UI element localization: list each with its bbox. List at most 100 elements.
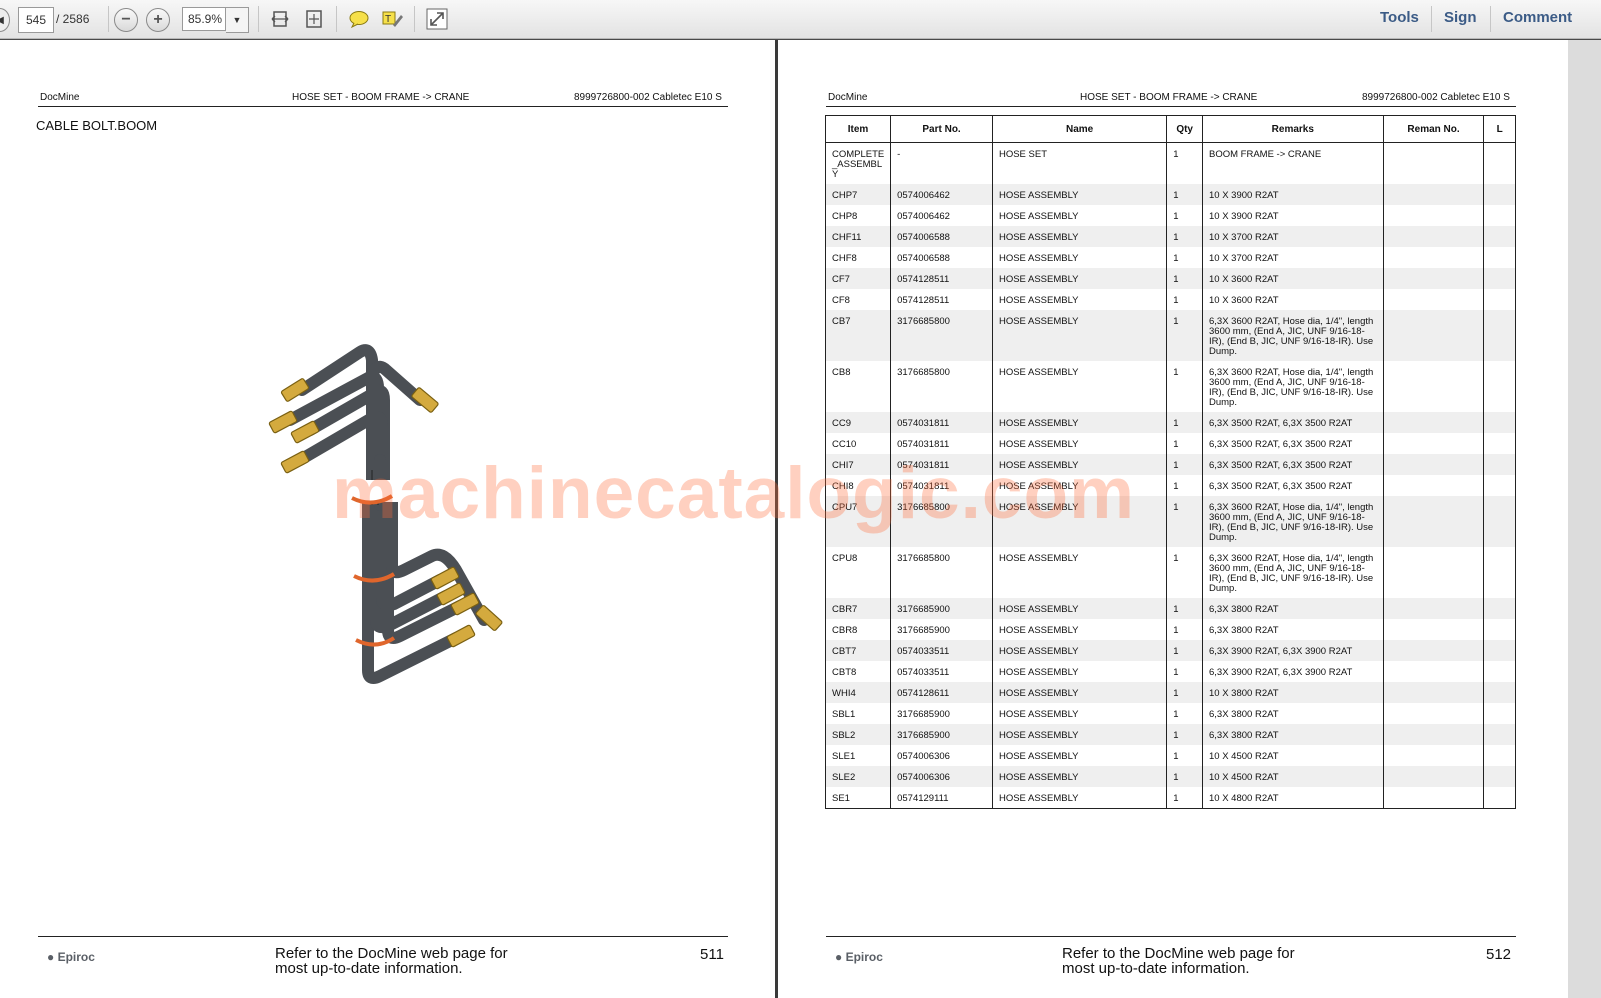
toolbar: ◀ 545 / 2586 − + 85.9% ▼ T Tools Sign Co… xyxy=(0,0,1601,39)
cell-name: HOSE ASSEMBLY xyxy=(991,682,1167,703)
cell-item: CHI7 xyxy=(825,454,891,475)
page-number-input[interactable]: 545 xyxy=(18,7,54,33)
toolbar-separator xyxy=(1490,6,1491,32)
cell-reman-no xyxy=(1382,361,1484,412)
cell-qty: 1 xyxy=(1166,640,1203,661)
cell-name: HOSE ASSEMBLY xyxy=(991,289,1167,310)
cell-item: CF7 xyxy=(825,268,891,289)
zoom-in-button[interactable]: + xyxy=(146,8,170,32)
cell-l xyxy=(1483,724,1516,745)
tools-link[interactable]: Tools xyxy=(1380,9,1419,26)
cell-l xyxy=(1483,682,1516,703)
cell-item: CHP8 xyxy=(832,211,858,222)
cell-l xyxy=(1483,205,1516,226)
footer-logo-text: Epiroc xyxy=(57,950,95,964)
cell-l xyxy=(1483,661,1516,682)
cell-reman-no xyxy=(1382,268,1484,289)
cell-part-no: 0574031811 xyxy=(890,475,993,496)
cell-part-no: 0574033511 xyxy=(890,640,993,661)
cell-part-no: 3176685900 xyxy=(890,703,993,724)
table-row: WHI4 0574128611 HOSE ASSEMBLY 1 10 X 3800 R2… xyxy=(825,682,1516,703)
cell-part-no: 0574006588 xyxy=(890,226,993,247)
cell-reman-no xyxy=(1382,247,1484,268)
cell-part-no: 3176685800 xyxy=(890,310,993,361)
cell-reman-no xyxy=(1382,703,1484,724)
chevron-down-icon: ▼ xyxy=(232,15,242,25)
fit-page-button[interactable] xyxy=(302,7,326,31)
toolbar-separator xyxy=(1431,6,1432,32)
table-row: COMPLETE_ASSEMBLY - HOSE SET 1 BOOM FRAME ->… xyxy=(826,142,1516,184)
comment-button[interactable] xyxy=(347,7,371,31)
cell-name: HOSE ASSEMBLY xyxy=(991,247,1167,268)
highlight-text-button[interactable]: T xyxy=(380,7,404,31)
page-number: 511 xyxy=(700,946,724,963)
cell-reman-no xyxy=(1382,787,1484,809)
cell-reman-no xyxy=(1382,682,1484,703)
footer-note: Refer to the DocMine web page for most u… xyxy=(275,945,508,977)
cell-name: HOSE ASSEMBLY xyxy=(991,184,1167,205)
cell-name: HOSE ASSEMBLY xyxy=(991,547,1167,598)
full-screen-button[interactable] xyxy=(425,7,449,31)
cell-name: HOSE ASSEMBLY xyxy=(991,433,1167,454)
table-row: SBL1 3176685900 HOSE ASSEMBLY 1 6,3X 3800 R2… xyxy=(826,703,1516,724)
cell-name: HOSE ASSEMBLY xyxy=(991,703,1167,724)
cell-reman-no xyxy=(1382,661,1484,682)
cell-l xyxy=(1483,547,1516,598)
zoom-out-button[interactable]: − xyxy=(114,8,138,32)
page-total-label: / 2586 xyxy=(56,12,90,26)
cell-l xyxy=(1483,184,1516,205)
sign-link[interactable]: Sign xyxy=(1444,9,1477,26)
cell-qty: 1 xyxy=(1166,142,1203,184)
vertical-scrollbar[interactable] xyxy=(1568,40,1601,998)
zoom-input[interactable]: 85.9% xyxy=(182,7,226,31)
cell-reman-no xyxy=(1382,289,1484,310)
header-brand: DocMine xyxy=(828,92,868,103)
cell-qty: 1 xyxy=(1166,361,1203,412)
cell-reman-no xyxy=(1382,598,1484,619)
cell-remarks: 6,3X 3800 R2AT xyxy=(1202,598,1384,619)
cell-l xyxy=(1483,703,1516,724)
cell-reman-no xyxy=(1382,205,1484,226)
table-row: SLE2 0574006306 HOSE ASSEMBLY 1 10 X 4500 R2… xyxy=(825,766,1516,787)
cell-l xyxy=(1483,289,1516,310)
cell-remarks: 10 X 4500 R2AT xyxy=(1202,745,1384,766)
cell-l xyxy=(1483,619,1516,640)
table-row: CHF11 0574006588 HOSE ASSEMBLY 1 10 X 3700 R… xyxy=(825,226,1516,247)
cell-remarks: 6,3X 3500 R2AT, 6,3X 3500 R2AT xyxy=(1202,412,1384,433)
cell-name: HOSE ASSEMBLY xyxy=(991,412,1167,433)
cell-name: HOSE ASSEMBLY xyxy=(991,724,1167,745)
cell-l xyxy=(1483,268,1516,289)
cell-name: HOSE ASSEMBLY xyxy=(991,661,1167,682)
table-row: CC9 0574031811 HOSE ASSEMBLY 1 6,3X 3500 R2A… xyxy=(825,412,1516,433)
cell-reman-no xyxy=(1382,475,1484,496)
table-row: CPU7 3176685800 HOSE ASSEMBLY 1 6,3X 3600 R2… xyxy=(825,496,1516,547)
cell-remarks: 6,3X 3600 R2AT, Hose dia, 1/4", length 3… xyxy=(1202,310,1384,361)
cell-l xyxy=(1483,787,1516,809)
cell-name: HOSE ASSEMBLY xyxy=(991,226,1167,247)
cell-remarks: 10 X 3700 R2AT xyxy=(1202,247,1384,268)
cell-item: CHP7 xyxy=(825,184,891,205)
cell-item: SBL1 xyxy=(832,709,856,720)
svg-text:T: T xyxy=(385,14,391,25)
cell-qty: 1 xyxy=(1166,433,1203,454)
table-row: CB8 3176685800 HOSE ASSEMBLY 1 6,3X 3600 R2A… xyxy=(826,361,1516,412)
previous-page-button[interactable]: ◀ xyxy=(0,8,10,32)
illustration-break-gap xyxy=(358,480,398,502)
comment-link[interactable]: Comment xyxy=(1503,9,1572,26)
header-rule xyxy=(826,106,1516,107)
cell-remarks: 6,3X 3500 R2AT, 6,3X 3500 R2AT xyxy=(1202,475,1384,496)
toolbar-separator xyxy=(258,6,259,32)
table-row: SBL2 3176685900 HOSE ASSEMBLY 1 6,3X 3800 R2… xyxy=(825,724,1516,745)
cell-l xyxy=(1483,496,1516,547)
fit-width-button[interactable] xyxy=(268,7,292,31)
cell-part-no: 0574006462 xyxy=(890,205,993,226)
cell-part-no: - xyxy=(890,142,993,184)
header-section: HOSE SET - BOOM FRAME -> CRANE xyxy=(1080,92,1258,103)
zoom-dropdown-button[interactable]: ▼ xyxy=(226,7,249,33)
cell-remarks: 10 X 3600 R2AT xyxy=(1202,289,1384,310)
cell-remarks: 10 X 3900 R2AT xyxy=(1202,205,1384,226)
cell-remarks: 6,3X 3800 R2AT xyxy=(1202,703,1384,724)
cell-qty: 1 xyxy=(1166,475,1203,496)
table-row: CBT8 0574033511 HOSE ASSEMBLY 1 6,3X 3900 R2… xyxy=(826,661,1516,682)
document-page-right: DocMine HOSE SET - BOOM FRAME -> CRANE 8… xyxy=(778,40,1568,998)
